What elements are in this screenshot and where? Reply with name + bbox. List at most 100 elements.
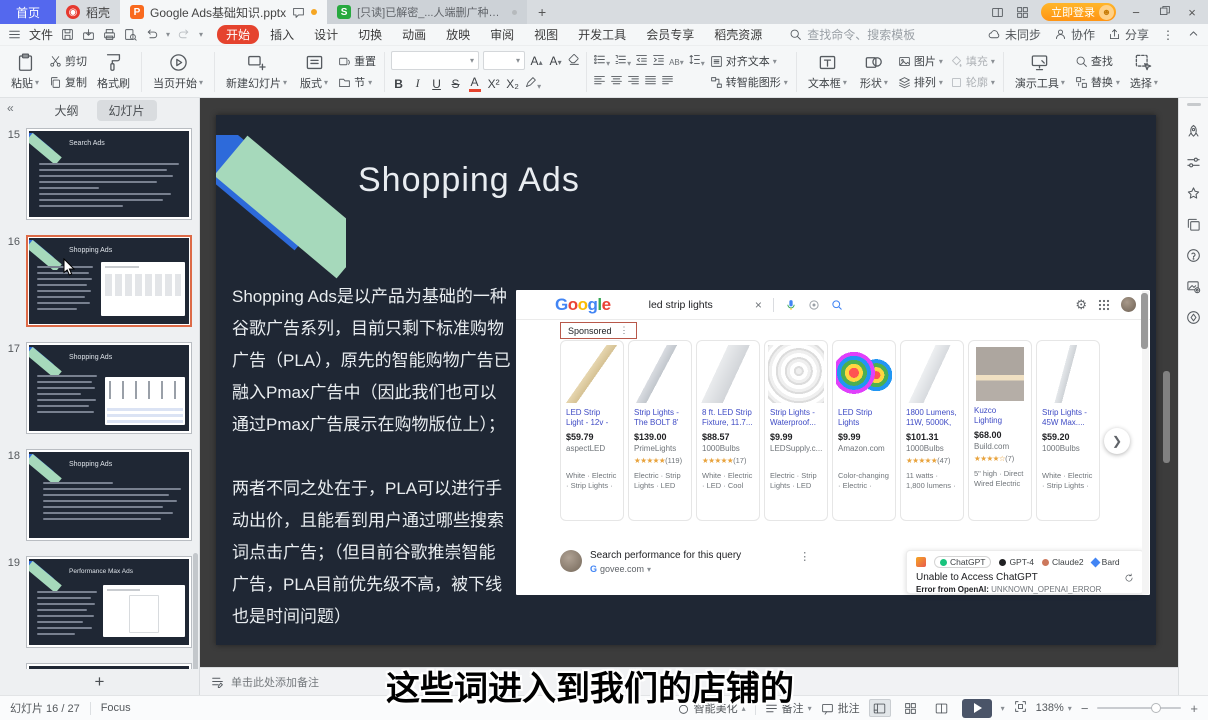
minimize-button[interactable]: − — [1128, 5, 1144, 20]
slide-sorter-view-button[interactable] — [900, 699, 922, 717]
slide-thumbnail-17[interactable]: 17 Shopping Ads — [0, 342, 199, 434]
chatgpt-tab[interactable]: ChatGPT — [934, 556, 991, 568]
menu-transitions[interactable]: 切换 — [349, 25, 391, 44]
slide-thumbnail-16-selected[interactable]: 16 Shopping Ads — [0, 235, 199, 327]
notes-bar[interactable]: 单击此处添加备注 — [200, 667, 1178, 695]
panel-scrollbar[interactable] — [193, 553, 198, 669]
efficiency-rocket-icon[interactable] — [1186, 124, 1201, 139]
numbering-button[interactable]: ▾ — [614, 53, 631, 69]
search-submit-icon[interactable] — [831, 299, 843, 311]
google-apps-grid-icon[interactable] — [1098, 299, 1110, 311]
font-size-select[interactable]: ▾ — [483, 51, 525, 70]
line-spacing-button[interactable]: ▾ — [688, 53, 705, 69]
bold-button[interactable]: B — [391, 77, 406, 91]
product-card[interactable]: LED Strip Light - 12v - Flexib... $59.79… — [560, 340, 624, 521]
zoom-in-button[interactable]: + — [1190, 701, 1198, 716]
new-slide-button[interactable]: 新建幻灯片▾ — [221, 48, 292, 96]
font-family-select[interactable]: ▾ — [391, 51, 479, 70]
hamburger-icon[interactable] — [8, 28, 21, 41]
align-left-button[interactable] — [593, 74, 606, 90]
collaborate-button[interactable]: 协作 — [1054, 26, 1095, 43]
menu-review[interactable]: 审阅 — [481, 25, 523, 44]
bullets-button[interactable]: ▾ — [593, 53, 610, 69]
undo-dropdown-icon[interactable]: ▾ — [166, 30, 170, 39]
login-button[interactable]: 立即登录 ☻ — [1041, 3, 1116, 21]
arrange-button[interactable]: 排列▾ — [896, 74, 945, 90]
image-settings-icon[interactable] — [1186, 279, 1201, 294]
print-icon[interactable] — [103, 28, 116, 41]
product-card[interactable]: LED Strip Lights 32.8ft,... $9.99 Amazon… — [832, 340, 896, 521]
decrease-indent-button[interactable] — [635, 53, 648, 69]
font-color-button[interactable]: A — [467, 75, 482, 92]
product-card[interactable]: 8 ft. LED Strip Fixture, 11.7... $88.57 … — [696, 340, 760, 521]
slide-thumbnail-18[interactable]: 18 Shopping Ads — [0, 449, 199, 541]
redo-icon[interactable] — [178, 28, 191, 41]
strikethrough-button[interactable]: S — [448, 77, 463, 91]
print-preview-icon[interactable] — [124, 28, 137, 41]
lens-search-icon[interactable] — [808, 299, 820, 311]
find-button[interactable]: 查找 — [1073, 53, 1122, 69]
convert-smartart-button[interactable]: 转智能图形▾ — [708, 74, 790, 90]
reading-view-button[interactable] — [931, 699, 953, 717]
file-menu[interactable]: 文件 — [29, 26, 53, 43]
align-text-button[interactable]: 对齐文本▾ — [708, 53, 790, 69]
focus-mode-label[interactable]: Focus — [101, 702, 131, 714]
tab-outline[interactable]: 大纲 — [42, 100, 90, 121]
product-card[interactable]: Strip Lights - The BOLT 8' ... $139.00 P… — [628, 340, 692, 521]
sponsored-more-icon[interactable]: ⋮ — [620, 325, 629, 336]
play-options-icon[interactable]: ▾ — [1001, 704, 1005, 713]
panel-handle[interactable] — [1187, 103, 1201, 106]
menu-docer-resources[interactable]: 稻壳资源 — [705, 25, 771, 44]
duplicate-icon[interactable] — [1186, 217, 1201, 232]
product-card[interactable]: Strip Lights - 45W Max.... $59.20 1000Bu… — [1036, 340, 1100, 521]
zoom-out-button[interactable]: − — [1081, 701, 1089, 716]
refresh-icon[interactable] — [1124, 573, 1134, 583]
reset-button[interactable]: 重置 — [336, 53, 378, 69]
result-more-icon[interactable]: ⋮ — [799, 550, 810, 563]
play-from-current-button[interactable]: 当页开始▾ — [148, 48, 208, 96]
slide-title[interactable]: Shopping Ads — [358, 161, 580, 200]
more-menu-icon[interactable]: ⋮ — [1162, 28, 1174, 42]
slide-thumbnail-19[interactable]: 19 Performance Max Ads — [0, 556, 199, 648]
google-account-avatar[interactable] — [1121, 297, 1136, 312]
search-performance-block[interactable]: Search performance for this query Ggovee… — [560, 550, 741, 574]
slideshow-play-button[interactable] — [962, 699, 992, 718]
save-icon[interactable] — [61, 28, 74, 41]
google-settings-icon[interactable]: ⚙ — [1075, 297, 1087, 313]
paste-button[interactable]: 粘贴▾ — [6, 48, 44, 96]
menu-slideshow[interactable]: 放映 — [437, 25, 479, 44]
add-slide-button[interactable]: + — [0, 669, 199, 695]
replace-button[interactable]: 替换▾ — [1073, 74, 1122, 90]
undo-icon[interactable] — [145, 28, 158, 41]
slide-thumbnail-20-partial[interactable] — [0, 663, 199, 669]
presentation-tools-button[interactable]: 演示工具▾ — [1010, 48, 1070, 96]
gpt4-tab[interactable]: GPT-4 — [999, 557, 1034, 567]
tab-slides[interactable]: 幻灯片 — [97, 100, 157, 121]
search-query-input[interactable]: led strip lights — [649, 299, 713, 311]
zoom-slider-knob[interactable] — [1151, 703, 1161, 713]
new-tab-button[interactable]: + — [527, 0, 557, 24]
restore-button[interactable] — [1156, 4, 1172, 20]
beautify-star-icon[interactable] — [1186, 186, 1201, 201]
superscript-button[interactable]: X² — [486, 77, 501, 91]
workspace-grid-icon[interactable] — [1016, 6, 1029, 19]
zoom-level-button[interactable]: 138%▾ — [1036, 702, 1072, 714]
workspace-scrollbar[interactable] — [1163, 371, 1170, 463]
resource-badge-icon[interactable] — [1186, 310, 1201, 325]
product-card[interactable]: Kuzco Lighting EW71305... $68.00 Build.c… — [968, 340, 1032, 521]
distribute-button[interactable] — [661, 74, 674, 90]
textbox-button[interactable]: 文本框▾ — [803, 48, 852, 96]
menu-member[interactable]: 会员专享 — [637, 25, 703, 44]
help-icon[interactable] — [1186, 248, 1201, 263]
properties-sliders-icon[interactable] — [1186, 155, 1201, 170]
menu-insert[interactable]: 插入 — [261, 25, 303, 44]
menu-animation[interactable]: 动画 — [393, 25, 435, 44]
section-button[interactable]: 节▾ — [336, 74, 378, 90]
cut-button[interactable]: 剪切 — [47, 53, 89, 69]
collapse-ribbon-icon[interactable] — [1187, 27, 1200, 43]
normal-view-button[interactable] — [869, 699, 891, 717]
sync-status-button[interactable]: 未同步 — [988, 26, 1041, 43]
close-button[interactable]: × — [1184, 5, 1200, 20]
qat-customize-icon[interactable]: ▾ — [199, 30, 203, 39]
layout-button[interactable]: 版式▾ — [295, 48, 333, 96]
